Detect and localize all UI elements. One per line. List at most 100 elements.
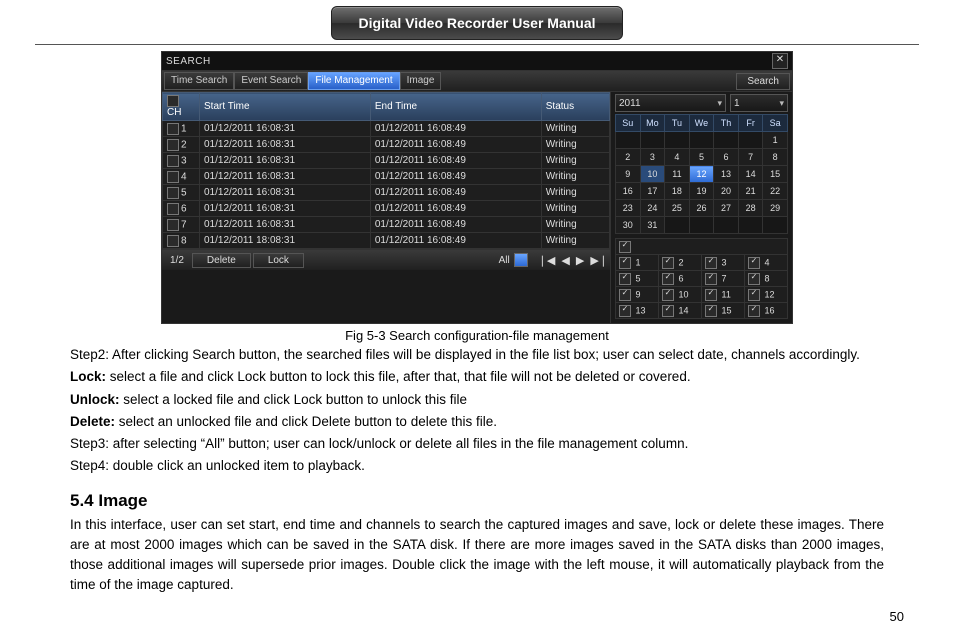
channel-checkbox[interactable] [748,305,760,317]
channel-checkbox[interactable] [619,289,631,301]
row-checkbox[interactable] [167,123,179,135]
close-button[interactable]: ✕ [772,53,788,69]
channel-checkbox[interactable] [662,257,674,269]
row-checkbox[interactable] [167,187,179,199]
channel-checkbox[interactable] [662,289,674,301]
calendar-day[interactable]: 13 [714,166,739,183]
select-all-checkbox[interactable] [167,95,179,107]
calendar-day[interactable]: 6 [714,149,739,166]
table-row[interactable]: 501/12/2011 16:08:3101/12/2011 16:08:49W… [163,185,610,201]
unlock-text: Unlock: select a locked file and click L… [70,390,884,410]
channel-checkbox[interactable] [662,305,674,317]
first-page-icon[interactable]: ❘◀ [538,254,556,267]
calendar-day[interactable]: 31 [640,217,665,234]
calendar-day[interactable]: 4 [665,149,690,166]
calendar-day[interactable]: 18 [665,183,690,200]
calendar-day[interactable]: 5 [689,149,714,166]
file-list-table: CH Start Time End Time Status 101/12/201… [162,92,610,249]
select-all-button[interactable] [514,253,528,267]
calendar-day[interactable]: 22 [763,183,788,200]
row-checkbox[interactable] [167,219,179,231]
delete-button[interactable]: Delete [192,253,251,268]
table-row[interactable]: 401/12/2011 16:08:3101/12/2011 16:08:49W… [163,169,610,185]
calendar-day[interactable]: 9 [616,166,641,183]
calendar-day[interactable]: 1 [763,132,788,149]
channel-option[interactable]: 8 [745,271,788,287]
calendar-day[interactable]: 28 [738,200,763,217]
channel-checkbox[interactable] [705,289,717,301]
table-row[interactable]: 701/12/2011 16:08:3101/12/2011 16:08:49W… [163,217,610,233]
month-select[interactable]: 1 ▾ [730,94,788,112]
last-page-icon[interactable]: ▶❘ [590,254,608,267]
channel-option[interactable]: 1 [616,255,659,271]
table-row[interactable]: 601/12/2011 16:08:3101/12/2011 16:08:49W… [163,201,610,217]
tab-file-management[interactable]: File Management [308,72,399,90]
tab-event-search[interactable]: Event Search [234,72,308,90]
channel-option[interactable]: 13 [616,303,659,319]
channel-checkbox[interactable] [619,257,631,269]
calendar-day[interactable]: 30 [616,217,641,234]
calendar-day[interactable]: 16 [616,183,641,200]
calendar-day[interactable]: 3 [640,149,665,166]
channel-checkbox[interactable] [748,273,760,285]
year-select[interactable]: 2011 ▾ [615,94,726,112]
table-row[interactable]: 301/12/2011 16:08:3101/12/2011 16:08:49W… [163,153,610,169]
calendar-day[interactable]: 10 [640,166,665,183]
calendar-dow: Mo [640,115,665,132]
channel-option[interactable]: 12 [745,287,788,303]
channel-checkbox[interactable] [619,273,631,285]
channel-option[interactable]: 15 [702,303,745,319]
row-checkbox[interactable] [167,235,179,247]
calendar-day[interactable]: 29 [763,200,788,217]
table-row[interactable]: 801/12/2011 18:08:3101/12/2011 16:08:49W… [163,233,610,249]
calendar-day[interactable]: 8 [763,149,788,166]
channel-checkbox[interactable] [705,273,717,285]
calendar-day[interactable]: 24 [640,200,665,217]
channel-checkbox[interactable] [705,257,717,269]
prev-page-icon[interactable]: ◀ [561,254,569,267]
channel-checkbox[interactable] [619,305,631,317]
next-page-icon[interactable]: ▶ [576,254,584,267]
row-checkbox[interactable] [167,171,179,183]
row-checkbox[interactable] [167,203,179,215]
calendar-day[interactable]: 26 [689,200,714,217]
calendar-day[interactable]: 23 [616,200,641,217]
channel-option[interactable]: 10 [659,287,702,303]
channel-option[interactable]: 9 [616,287,659,303]
calendar-day[interactable]: 19 [689,183,714,200]
tab-time-search[interactable]: Time Search [164,72,234,90]
month-value: 1 [734,98,740,109]
channel-checkbox[interactable] [662,273,674,285]
channel-option[interactable]: 4 [745,255,788,271]
channel-option[interactable]: 2 [659,255,702,271]
channel-option[interactable]: 11 [702,287,745,303]
channel-checkbox[interactable] [705,305,717,317]
row-checkbox[interactable] [167,139,179,151]
calendar-day[interactable]: 15 [763,166,788,183]
channel-option[interactable]: 5 [616,271,659,287]
calendar-day[interactable]: 11 [665,166,690,183]
channel-option[interactable]: 14 [659,303,702,319]
channel-option[interactable]: 16 [745,303,788,319]
tab-image[interactable]: Image [400,72,442,90]
channel-select-all[interactable] [619,241,631,253]
calendar-day[interactable]: 12 [689,166,714,183]
channel-checkbox[interactable] [748,289,760,301]
lock-button[interactable]: Lock [253,253,304,268]
channel-option[interactable]: 6 [659,271,702,287]
channel-option[interactable]: 7 [702,271,745,287]
calendar-day[interactable]: 27 [714,200,739,217]
channel-option[interactable]: 3 [702,255,745,271]
channel-checkbox[interactable] [748,257,760,269]
calendar-day[interactable]: 17 [640,183,665,200]
calendar-day[interactable]: 7 [738,149,763,166]
search-button[interactable]: Search [736,73,790,90]
calendar-day[interactable]: 25 [665,200,690,217]
calendar-day[interactable]: 21 [738,183,763,200]
calendar-day[interactable]: 2 [616,149,641,166]
calendar-day[interactable]: 14 [738,166,763,183]
row-checkbox[interactable] [167,155,179,167]
table-row[interactable]: 201/12/2011 16:08:3101/12/2011 16:08:49W… [163,137,610,153]
calendar-day[interactable]: 20 [714,183,739,200]
table-row[interactable]: 101/12/2011 16:08:3101/12/2011 16:08:49W… [163,121,610,137]
